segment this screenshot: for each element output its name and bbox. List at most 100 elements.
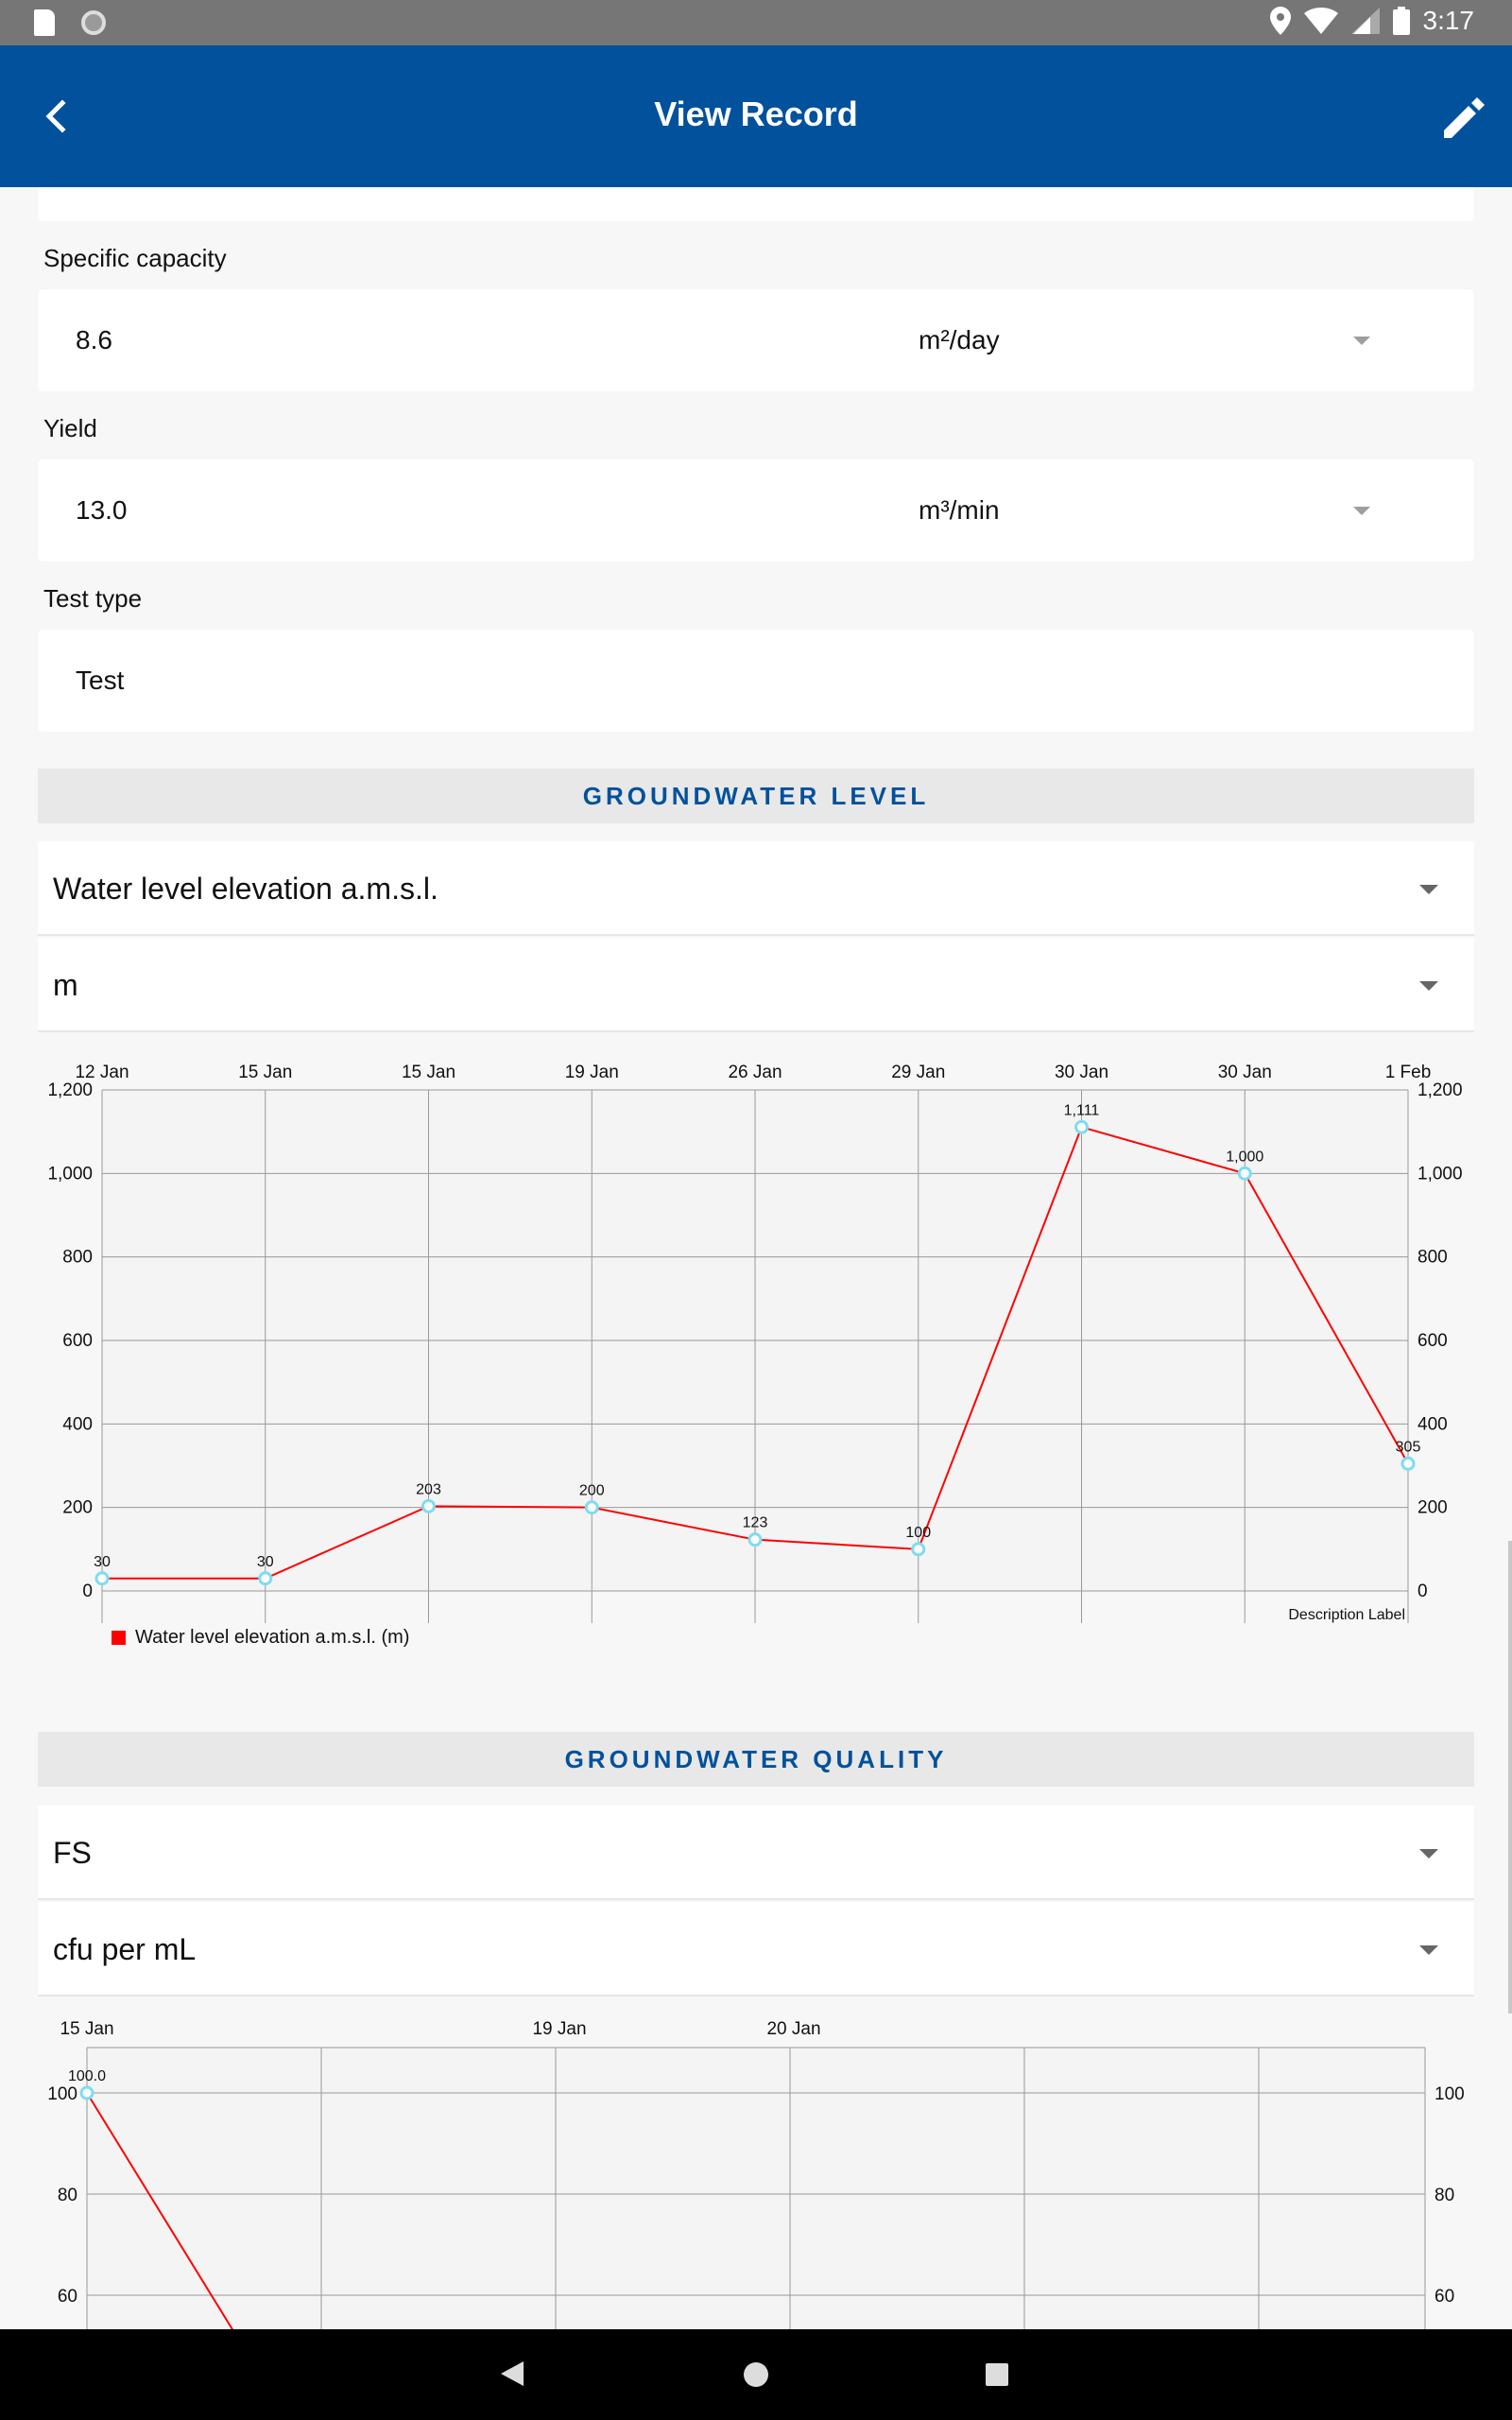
signal-icon bbox=[1350, 8, 1380, 34]
data-point bbox=[1400, 1456, 1416, 1471]
sd-card-icon bbox=[34, 9, 55, 36]
description-label: Description Label bbox=[1288, 1607, 1405, 1623]
previous-field-card bbox=[38, 187, 1474, 221]
chevron-down-icon[interactable] bbox=[1419, 1849, 1438, 1858]
y-tick-label-left: 0 bbox=[82, 1582, 93, 1601]
y-tick-label-right: 400 bbox=[1418, 1414, 1448, 1434]
x-tick-label: 15 Jan bbox=[60, 2019, 113, 2039]
specific-capacity-field[interactable]: 8.6 m²/day bbox=[38, 289, 1474, 391]
data-point bbox=[1074, 1119, 1089, 1134]
y-tick-label-left: 60 bbox=[58, 2287, 77, 2307]
data-label: 100 bbox=[905, 1525, 931, 1541]
y-tick-label-left: 600 bbox=[62, 1331, 93, 1351]
data-label: 203 bbox=[416, 1481, 441, 1497]
nav-home-icon[interactable] bbox=[744, 2362, 768, 2387]
y-tick-label-left: 80 bbox=[58, 2186, 77, 2205]
x-tick-label: 1 Feb bbox=[1385, 1063, 1432, 1082]
location-icon bbox=[1269, 7, 1291, 35]
status-bar: 3:17 bbox=[0, 0, 1512, 45]
groundwater-quality-chart: 60 60 80 80 100 100 15 Jan 19 Jan 20 Jan 100.0 bbox=[0, 2004, 1512, 2329]
clock: 3:17 bbox=[1422, 6, 1475, 35]
groundwater-quality-unit: cfu per mL bbox=[53, 1932, 197, 1966]
x-tick-label: 29 Jan bbox=[891, 1063, 945, 1082]
groundwater-quality-heading: GROUNDWATER QUALITY bbox=[38, 1732, 1474, 1787]
scrollbar[interactable] bbox=[1508, 1541, 1512, 2014]
groundwater-quality-chart-svg: 60 60 80 80 100 100 15 Jan 19 Jan 20 Jan 100.0 bbox=[47, 2019, 1465, 2329]
groundwater-quality-parameter-select[interactable]: FS bbox=[38, 1806, 1474, 1900]
nav-back-icon[interactable] bbox=[501, 2361, 524, 2386]
y-tick-label-left: 400 bbox=[62, 1414, 93, 1434]
test-type-field[interactable]: Test bbox=[38, 630, 1474, 732]
y-tick-label-right: 1,000 bbox=[1418, 1164, 1463, 1184]
groundwater-level-parameter-select[interactable]: Water level elevation a.m.s.l. bbox=[38, 841, 1474, 936]
data-label: 1,111 bbox=[1064, 1102, 1100, 1118]
y-tick-label-right: 200 bbox=[1418, 1498, 1448, 1518]
groundwater-level-parameter: Water level elevation a.m.s.l. bbox=[53, 872, 438, 906]
data-point bbox=[747, 1532, 763, 1547]
y-tick-label-right: 600 bbox=[1418, 1331, 1448, 1351]
yield-unit[interactable]: m³/min bbox=[919, 495, 1000, 526]
nav-recents-icon[interactable] bbox=[986, 2363, 1008, 2386]
y-tick-label-right: 100 bbox=[1435, 2084, 1465, 2104]
data-point bbox=[94, 1571, 110, 1586]
edit-pencil-icon[interactable] bbox=[1435, 87, 1495, 147]
groundwater-level-unit: m bbox=[53, 968, 78, 1002]
y-tick-label-right: 1,200 bbox=[1418, 1080, 1463, 1100]
y-tick-label-right: 800 bbox=[1418, 1248, 1448, 1268]
chevron-down-icon[interactable] bbox=[1419, 981, 1438, 991]
y-tick-label-left: 1,200 bbox=[47, 1080, 93, 1100]
chevron-down-icon[interactable] bbox=[1419, 885, 1438, 894]
wifi-icon bbox=[1303, 8, 1338, 34]
chevron-down-icon[interactable] bbox=[1353, 507, 1370, 515]
y-tick-label-right: 80 bbox=[1435, 2186, 1454, 2205]
x-tick-label: 15 Jan bbox=[402, 1063, 455, 1082]
chevron-down-icon[interactable] bbox=[1419, 1945, 1438, 1955]
x-tick-label: 19 Jan bbox=[565, 1063, 619, 1082]
groundwater-level-heading: GROUNDWATER LEVEL bbox=[38, 769, 1474, 823]
y-tick-label-left: 800 bbox=[62, 1248, 93, 1268]
data-point bbox=[258, 1571, 273, 1586]
groundwater-level-chart: 0 0 200 200 400 400 600 600 800 800 1,000 1,000 1,20… bbox=[0, 1040, 1512, 1664]
data-point bbox=[1237, 1166, 1252, 1181]
x-tick-label: 20 Jan bbox=[766, 2019, 820, 2039]
specific-capacity-label: Specific capacity bbox=[43, 244, 227, 272]
data-label: 305 bbox=[1396, 1439, 1421, 1455]
y-tick-label-left: 1,000 bbox=[47, 1164, 93, 1184]
y-tick-label-right: 60 bbox=[1435, 2287, 1454, 2307]
groundwater-quality-unit-select[interactable]: cfu per mL bbox=[38, 1902, 1474, 1996]
data-point bbox=[79, 2085, 94, 2100]
x-tick-label: 12 Jan bbox=[75, 1063, 129, 1082]
groundwater-level-chart-svg: 0 0 200 200 400 400 600 600 800 800 1,000 1,000 1,20… bbox=[47, 1063, 1463, 1648]
data-point bbox=[911, 1542, 926, 1557]
chevron-down-icon[interactable] bbox=[1353, 337, 1370, 345]
test-type-value[interactable]: Test bbox=[76, 666, 124, 696]
sync-icon bbox=[81, 10, 106, 35]
page-title: View Record bbox=[654, 95, 858, 133]
legend-swatch bbox=[112, 1631, 126, 1645]
test-type-label: Test type bbox=[43, 584, 143, 613]
app-bar: View Record bbox=[0, 45, 1512, 187]
y-tick-label-left: 200 bbox=[62, 1498, 93, 1518]
groundwater-quality-parameter: FS bbox=[53, 1836, 92, 1870]
groundwater-level-unit-select[interactable]: m bbox=[38, 938, 1474, 1032]
data-label: 30 bbox=[257, 1554, 274, 1570]
data-label: 100.0 bbox=[68, 2068, 106, 2084]
x-tick-label: 30 Jan bbox=[1218, 1063, 1272, 1082]
data-point bbox=[421, 1498, 436, 1513]
yield-value[interactable]: 13.0 bbox=[76, 495, 128, 526]
data-label: 1,000 bbox=[1226, 1149, 1263, 1165]
x-tick-label: 19 Jan bbox=[532, 2019, 586, 2039]
data-point bbox=[584, 1500, 599, 1515]
data-label: 30 bbox=[94, 1554, 111, 1570]
data-label: 123 bbox=[743, 1515, 768, 1531]
y-tick-label-right: 0 bbox=[1418, 1582, 1428, 1601]
specific-capacity-value[interactable]: 8.6 bbox=[76, 325, 112, 355]
plot-area bbox=[87, 2048, 1425, 2329]
yield-label: Yield bbox=[43, 414, 97, 442]
x-tick-label: 15 Jan bbox=[238, 1063, 292, 1082]
y-tick-label-left: 100 bbox=[47, 2084, 77, 2104]
yield-field[interactable]: 13.0 m³/min bbox=[38, 459, 1474, 562]
specific-capacity-unit[interactable]: m²/day bbox=[919, 325, 1000, 355]
battery-icon bbox=[1392, 7, 1410, 35]
x-tick-label: 26 Jan bbox=[728, 1063, 782, 1082]
